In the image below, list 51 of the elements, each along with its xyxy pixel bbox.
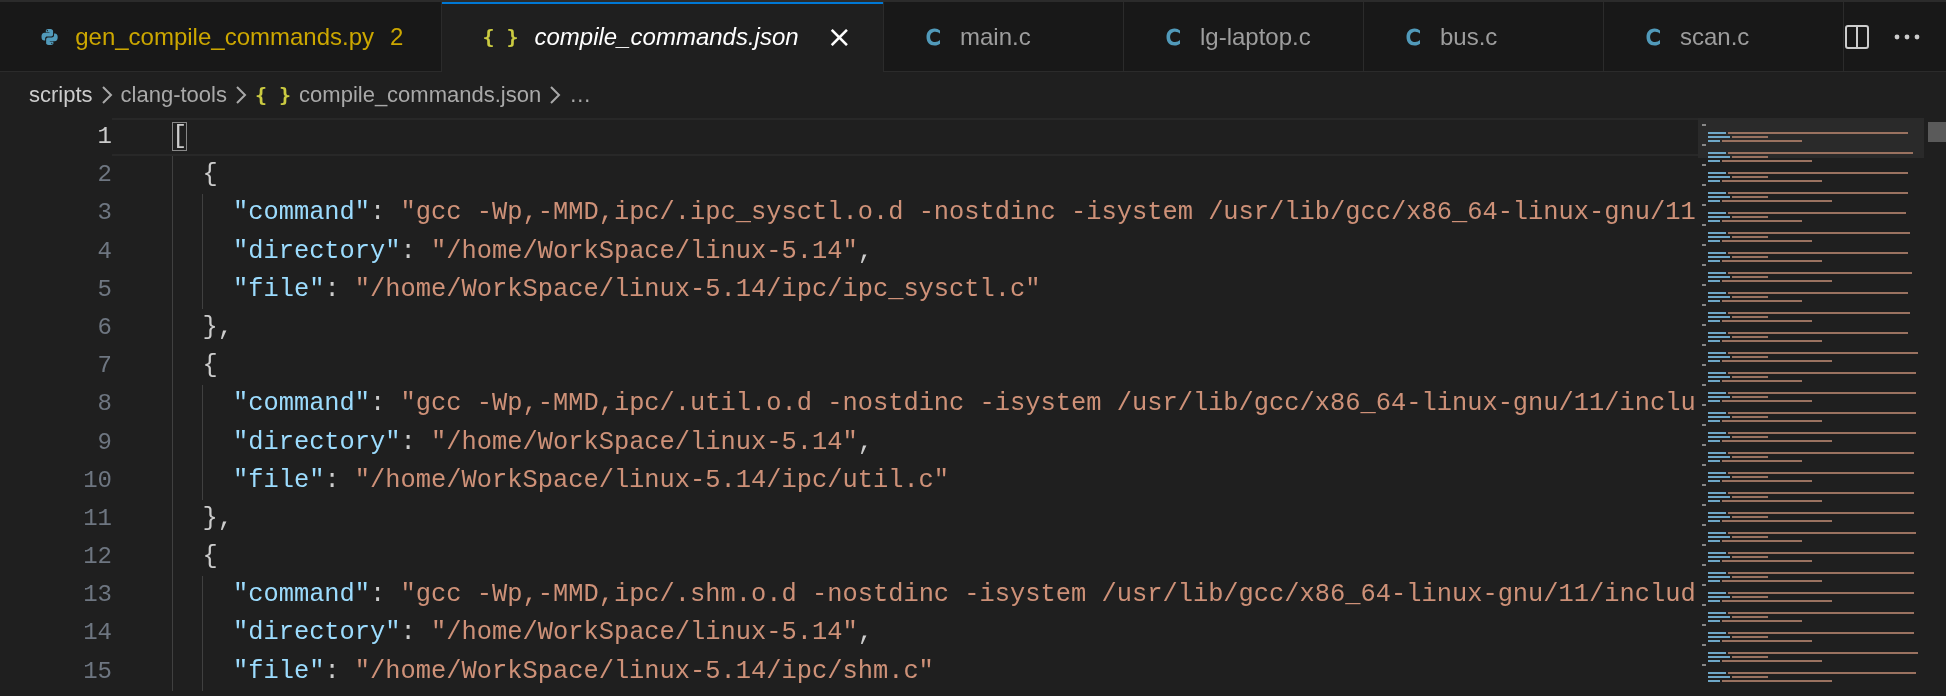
braces-icon: { } [482,25,519,49]
line-number: 4 [96,236,112,267]
braces-icon: { } [254,83,292,107]
code-line: { [201,159,218,192]
line-number: 9 [96,427,112,458]
tab-label: main.c [960,22,1031,51]
line-number: 13 [82,580,112,611]
breadcrumb-item[interactable]: … [569,82,592,108]
more-icon[interactable] [1894,33,1920,40]
code-line: "file": "/home/WorkSpace/linux-5.14/ipc/util.c" [231,464,950,497]
code-line: }, [201,311,233,344]
breadcrumb-item[interactable]: clang-tools [120,82,227,108]
code-line: "command": "gcc -Wp,-MMD,ipc/.util.o.d -nostdinc -isystem /usr/lib/gcc/x86_64-linux-gnu/11/inclu [231,388,1696,421]
editor-tab[interactable]: { } compile_commands.json × [442,2,884,72]
tab-label: gen_compile_commands.py [75,22,375,51]
line-number: 8 [96,389,112,420]
scrollbar-thumb[interactable] [1928,122,1946,142]
split-editor-icon[interactable] [1844,23,1870,50]
chevron-icon [100,85,113,105]
code-line: "directory": "/home/WorkSpace/linux-5.14", [231,617,873,650]
code-line: { [201,350,218,383]
code-line: [ [172,121,188,153]
tab-label: compile_commands.json [534,23,799,51]
tab-label: lg-laptop.c [1200,22,1311,51]
code-line: }, [201,502,233,535]
line-number: 12 [82,542,112,573]
line-number: 11 [82,503,112,534]
line-number: 3 [96,198,112,229]
breadcrumb-item[interactable]: compile_commands.json [299,82,542,108]
close-button[interactable]: × [814,22,852,52]
code-line: "directory": "/home/WorkSpace/linux-5.14", [231,235,873,268]
code-line: { [201,541,218,574]
code-line: "directory": "/home/WorkSpace/linux-5.14", [231,426,873,459]
breadcrumb-item[interactable]: scripts [29,82,93,108]
chevron-icon [234,85,247,105]
line-number: 1 [96,122,112,152]
line-number: 5 [96,274,112,305]
code-line: "file": "/home/WorkSpace/linux-5.14/ipc/shm.c" [231,655,934,688]
line-number: 7 [96,351,112,382]
line-number: 10 [82,465,112,496]
code-line: "file": "/home/WorkSpace/linux-5.14/ipc/ipc_sysctl.c" [231,273,1041,306]
problem-count: 2 [390,22,404,51]
line-number: 6 [96,312,112,343]
tab-label: bus.c [1440,22,1498,51]
code-line: "command": "gcc -Wp,-MMD,ipc/.ipc_sysctl.o.d -nostdinc -isystem /usr/lib/gcc/x86_64-linux-gnu/11 [231,197,1696,230]
line-number: 2 [96,160,112,191]
line-number: 15 [82,656,112,687]
line-number: 14 [82,618,112,649]
tab-label: scan.c [1680,22,1750,51]
code-line: "command": "gcc -Wp,-MMD,ipc/.shm.o.d -nostdinc -isystem /usr/lib/gcc/x86_64-linux-gnu/11/includ [231,579,1696,612]
chevron-icon [549,85,562,105]
